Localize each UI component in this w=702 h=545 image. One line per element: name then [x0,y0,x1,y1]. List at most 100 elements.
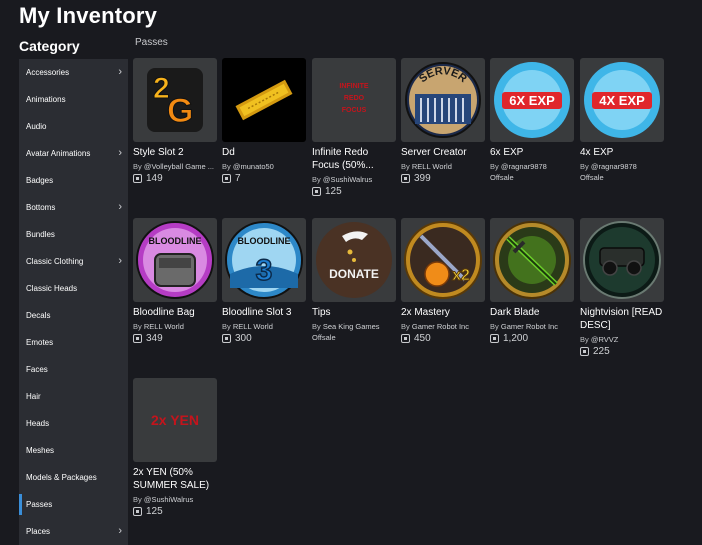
item-thumbnail [222,58,306,142]
sidebar-item-label: Accessories [26,68,70,77]
server-icon: SERVER [405,62,481,138]
sidebar-item-label: Animations [26,95,66,104]
item-creator[interactable]: By Sea King Games [312,322,396,331]
sidebar-item-label: Emotes [26,338,54,347]
sidebar-item-label: Classic Clothing [26,257,84,266]
svg-text:FOCUS: FOCUS [342,107,367,114]
sidebar-item-label: Badges [26,176,54,185]
sidebar-item-passes[interactable]: Passes [19,491,128,518]
item-card[interactable]: SERVER Server Creator By RELL World 399 [401,58,485,184]
sidebar-item-bundles[interactable]: Bundles [19,221,128,248]
robux-icon [580,347,589,356]
item-thumbnail [580,218,664,302]
item-name: 4x EXP [580,147,614,158]
sidebar-item-accessories[interactable]: Accessories › [19,59,128,86]
item-card[interactable]: Nightvision [READ DESC] By @RVVZ 225 [580,218,664,357]
bloodline-bag-icon: BLOODLINE [136,221,214,299]
item-thumbnail: 6X EXP [490,58,574,142]
sidebar-item-label: Hair [26,392,41,401]
item-price: 149 [133,173,217,184]
item-card[interactable]: Dark Blade By Gamer Robot Inc 1,200 [490,218,574,344]
sidebar-item-hair[interactable]: Hair [19,383,128,410]
dark-blade-icon [493,221,571,299]
item-creator[interactable]: By @SushiWalrus [133,495,217,504]
item-name: Style Slot 2 [133,147,184,158]
sidebar-item-faces[interactable]: Faces [19,356,128,383]
sidebar-item-classic-heads[interactable]: Classic Heads [19,275,128,302]
item-price: 1,200 [490,333,574,344]
item-card[interactable]: BLOODLINE Bloodline Bag By RELL World 34… [133,218,217,344]
sidebar-item-audio[interactable]: Audio [19,113,128,140]
item-price: 399 [401,173,485,184]
item-price: 349 [133,333,217,344]
svg-text:4X EXP: 4X EXP [599,93,645,108]
chevron-right-icon: › [118,255,122,267]
item-creator[interactable]: By @SushiWalrus [312,175,396,184]
robux-icon [222,174,231,183]
item-price: 450 [401,333,485,344]
item-thumbnail: 3 BLOODLINE [222,218,306,302]
item-creator[interactable]: By RELL World [133,322,217,331]
item-creator[interactable]: By @munato50 [222,162,306,171]
exp-4x-icon: 4X EXP [584,62,660,138]
sidebar-item-models-packages[interactable]: Models & Packages [19,464,128,491]
offsale-label: Offsale [312,333,336,342]
svg-text:2x YEN: 2x YEN [151,412,199,428]
item-card[interactable]: 6X EXP 6x EXP By @ragnar9878 Offsale [490,58,574,182]
sidebar-item-emotes[interactable]: Emotes [19,329,128,356]
item-creator[interactable]: By @ragnar9878 [580,162,664,171]
item-thumbnail: BLOODLINE [133,218,217,302]
sidebar-item-animations[interactable]: Animations [19,86,128,113]
item-creator[interactable]: By Gamer Robot Inc [401,322,485,331]
item-creator[interactable]: By RELL World [401,162,485,171]
item-name: 6x EXP [490,147,524,158]
sidebar-item-badges[interactable]: Badges [19,167,128,194]
robux-icon [133,334,142,343]
robux-icon [312,187,321,196]
item-name: 2x YEN (50% SUMMER SALE) [133,467,210,491]
sidebar-item-label: Audio [26,122,47,131]
chevron-right-icon: › [118,201,122,213]
item-card[interactable]: Dd By @munato50 7 [222,58,306,184]
sidebar-item-bottoms[interactable]: Bottoms › [19,194,128,221]
style-slot-icon: 2 G [147,68,203,132]
svg-text:3: 3 [256,254,273,287]
chevron-right-icon: › [118,147,122,159]
item-thumbnail: x2 [401,218,485,302]
item-thumbnail: SERVER [401,58,485,142]
robux-icon [401,334,410,343]
chevron-right-icon: › [118,66,122,78]
item-card[interactable]: 4X EXP 4x EXP By @ragnar9878 Offsale [580,58,664,182]
sidebar-item-decals[interactable]: Decals [19,302,128,329]
bloodline-slot-icon: 3 BLOODLINE [225,221,303,299]
sidebar-item-label: Bottoms [26,203,56,212]
svg-text:x2: x2 [452,267,470,284]
robux-icon [222,334,231,343]
sidebar-item-avatar-animations[interactable]: Avatar Animations › [19,140,128,167]
sidebar-item-places[interactable]: Places › [19,518,128,545]
item-creator[interactable]: By @RVVZ [580,335,664,344]
item-card[interactable]: INFINITE REDO FOCUS Infinite Redo Focus … [312,58,396,197]
item-thumbnail [490,218,574,302]
robux-icon [401,174,410,183]
item-name: Dark Blade [490,307,540,318]
item-creator[interactable]: By @ragnar9878 [490,162,574,171]
item-name: Bloodline Bag [133,307,195,318]
sidebar-item-classic-clothing[interactable]: Classic Clothing › [19,248,128,275]
item-name: 2x Mastery [401,307,450,318]
item-price: 225 [580,346,664,357]
item-creator[interactable]: By RELL World [222,322,306,331]
sidebar-item-meshes[interactable]: Meshes [19,437,128,464]
sidebar-item-heads[interactable]: Heads [19,410,128,437]
item-card[interactable]: DONATE Tips By Sea King Games Offsale [312,218,396,342]
item-card[interactable]: 3 BLOODLINE Bloodline Slot 3 By RELL Wor… [222,218,306,344]
item-card[interactable]: x2 2x Mastery By Gamer Robot Inc 450 [401,218,485,344]
item-card[interactable]: 2 G Style Slot 2 By @Volleyball Game ...… [133,58,217,184]
item-thumbnail: INFINITE REDO FOCUS [312,58,396,142]
item-card[interactable]: 2x YEN 2x YEN (50% SUMMER SALE) By @Sush… [133,378,217,517]
item-creator[interactable]: By Gamer Robot Inc [490,322,574,331]
sidebar-item-label: Classic Heads [26,284,78,293]
item-price: 125 [312,186,396,197]
item-creator[interactable]: By @Volleyball Game ... [133,162,217,171]
mastery-icon: x2 [404,221,482,299]
